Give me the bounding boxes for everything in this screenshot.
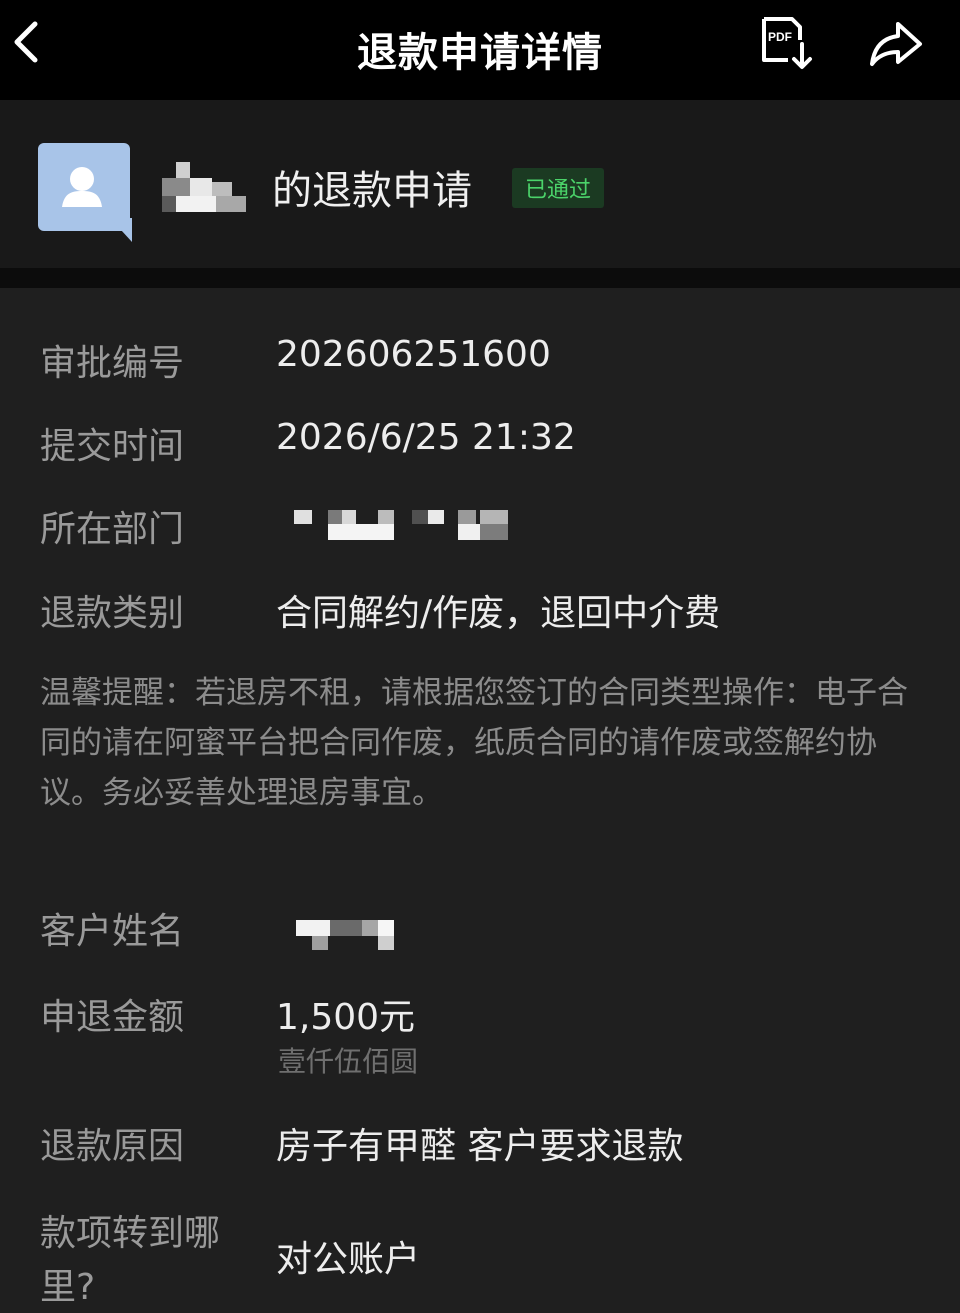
customer-name-mosaic [296,918,416,952]
avatar-bubble-tail [110,218,132,242]
refund-amount-label: 申退金额 [40,997,185,1038]
refund-amount-value: 1,500元 [276,997,416,1038]
department-value-mosaic [294,508,524,544]
page-title: 退款申请详情 [357,30,603,76]
refund-reason-value: 房子有甲醛 客户要求退款 [276,1126,684,1167]
pdf-download-button[interactable]: PDF [758,16,816,72]
reminder-tip: 温馨提醒：若退房不租，请根据您签订的合同类型操作：电子合同的请在阿蜜平台把合同作… [40,675,908,811]
refund-reason-label: 退款原因 [40,1126,185,1167]
status-badge: 已通过 [512,168,604,208]
approval-number-label: 审批编号 [40,343,185,384]
submit-time-label: 提交时间 [40,426,185,467]
share-button[interactable] [866,16,926,72]
share-arrow-icon [870,22,922,66]
refund-type-label: 退款类别 [40,593,185,634]
refund-type-value: 合同解约/作废，退回中介费 [276,593,721,634]
refund-amount-chinese: 壹仟伍佰圆 [278,1045,419,1078]
approval-number-value: 202606251600 [276,334,551,375]
top-nav-bar: 退款申请详情 PDF [0,0,960,100]
department-label: 所在部门 [40,509,185,550]
request-header-card: 的退款申请 [0,100,960,268]
pdf-label: PDF [768,30,792,44]
request-title: 的退款申请 [272,168,472,214]
pdf-download-icon [762,17,812,69]
transfer-destination-label-cont: 里? [40,1267,96,1308]
transfer-destination-label: 款项转到哪 [40,1213,221,1254]
applicant-name-mosaic [162,162,248,214]
customer-name-label: 客户姓名 [40,911,185,952]
transfer-destination-value: 对公账户 [276,1239,421,1280]
submit-time-value: 2026/6/25 21:32 [276,417,576,458]
section-divider [0,268,960,288]
